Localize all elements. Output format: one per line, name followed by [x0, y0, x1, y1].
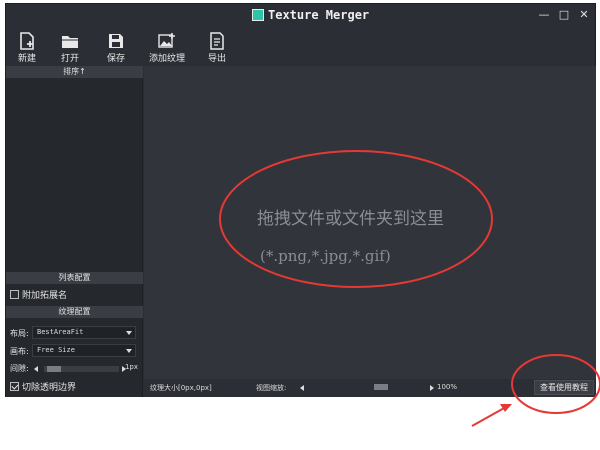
- app-logo-icon: [252, 9, 264, 21]
- zoom-in-arrow-icon[interactable]: [430, 385, 434, 391]
- export-icon: [210, 32, 224, 50]
- chevron-down-icon: [126, 331, 132, 335]
- zoom-slider[interactable]: [306, 384, 428, 390]
- drop-hint-text: 拖拽文件或文件夹到这里: [257, 209, 444, 229]
- save-label: 保存: [106, 54, 125, 64]
- chevron-down-icon: [126, 349, 132, 353]
- texture-size-text: 纹理大小[0px,0px]: [150, 384, 212, 392]
- drop-area[interactable]: 拖拽文件或文件夹到这里 (*.png,*.jpg,*.gif): [144, 66, 596, 379]
- view-tutorial-button[interactable]: 查看使用教程: [534, 380, 594, 395]
- new-label: 新建: [17, 54, 36, 64]
- minimize-button[interactable]: —: [534, 6, 554, 24]
- texture-list[interactable]: [6, 78, 143, 272]
- list-config-header: 列表配置: [6, 272, 143, 284]
- zoom-label: 视图缩放:: [256, 384, 287, 392]
- window-title: Texture Merger: [268, 8, 370, 22]
- canvas-label: 画布:: [10, 347, 29, 356]
- status-bar: 纹理大小[0px,0px] 视图缩放: 100% 查看使用教程: [144, 379, 596, 397]
- texture-config-header: 纹理配置: [6, 306, 143, 318]
- save-icon: [109, 34, 123, 48]
- toolbar: 新建 打开 保存 添加纹理 导出: [6, 28, 595, 66]
- save-button[interactable]: 保存: [95, 32, 137, 64]
- drop-file-types: (*.png,*.jpg,*.gif): [260, 247, 391, 265]
- spacing-slider[interactable]: 1px: [34, 363, 138, 374]
- layout-label: 布局:: [10, 329, 29, 338]
- maximize-button[interactable]: □: [554, 6, 574, 24]
- pointer-arrow-line: [471, 406, 507, 427]
- zoom-thumb[interactable]: [374, 384, 388, 390]
- spacing-label: 间隙:: [10, 364, 29, 373]
- add-image-icon: [158, 33, 175, 48]
- add-texture-label: 添加纹理: [148, 54, 185, 64]
- app-window: Texture Merger — □ ✕ 新建 打开 保存 添加纹理 导出 排序…: [5, 3, 596, 397]
- trim-option[interactable]: 切除透明边界: [10, 380, 76, 393]
- export-button[interactable]: 导出: [196, 32, 238, 64]
- zoom-value: 100%: [437, 383, 458, 391]
- arrow-left-icon[interactable]: [34, 366, 38, 372]
- open-label: 打开: [60, 54, 79, 64]
- export-label: 导出: [207, 54, 226, 64]
- layout-select[interactable]: BestAreaFit: [32, 326, 136, 339]
- close-button[interactable]: ✕: [574, 6, 594, 24]
- title-wrap: Texture Merger: [252, 8, 369, 22]
- title-bar[interactable]: Texture Merger — □ ✕: [6, 4, 595, 28]
- sort-header[interactable]: 排序↑: [6, 66, 143, 78]
- new-button[interactable]: 新建: [6, 32, 48, 64]
- pointer-arrowhead: [500, 404, 512, 412]
- zoom-out-arrow-icon[interactable]: [300, 385, 304, 391]
- append-extension-checkbox[interactable]: [10, 290, 19, 299]
- append-extension-option[interactable]: 附加拓展名: [10, 288, 67, 301]
- layout-value: BestAreaFit: [37, 328, 84, 336]
- spacing-thumb[interactable]: [47, 366, 61, 372]
- append-extension-label: 附加拓展名: [22, 291, 68, 301]
- canvas-select[interactable]: Free Size: [32, 344, 136, 357]
- spacing-value: 1px: [124, 363, 138, 371]
- sidebar: 排序↑ 列表配置 附加拓展名 纹理配置 布局: BestAreaFit 画布: …: [6, 66, 143, 397]
- folder-open-icon: [62, 36, 78, 48]
- canvas-value: Free Size: [37, 346, 75, 354]
- new-file-icon: [20, 32, 34, 50]
- open-button[interactable]: 打开: [49, 32, 91, 64]
- spacing-track[interactable]: [44, 366, 119, 372]
- add-texture-button[interactable]: 添加纹理: [144, 32, 190, 64]
- trim-checkbox[interactable]: [10, 382, 19, 391]
- trim-label: 切除透明边界: [22, 383, 77, 393]
